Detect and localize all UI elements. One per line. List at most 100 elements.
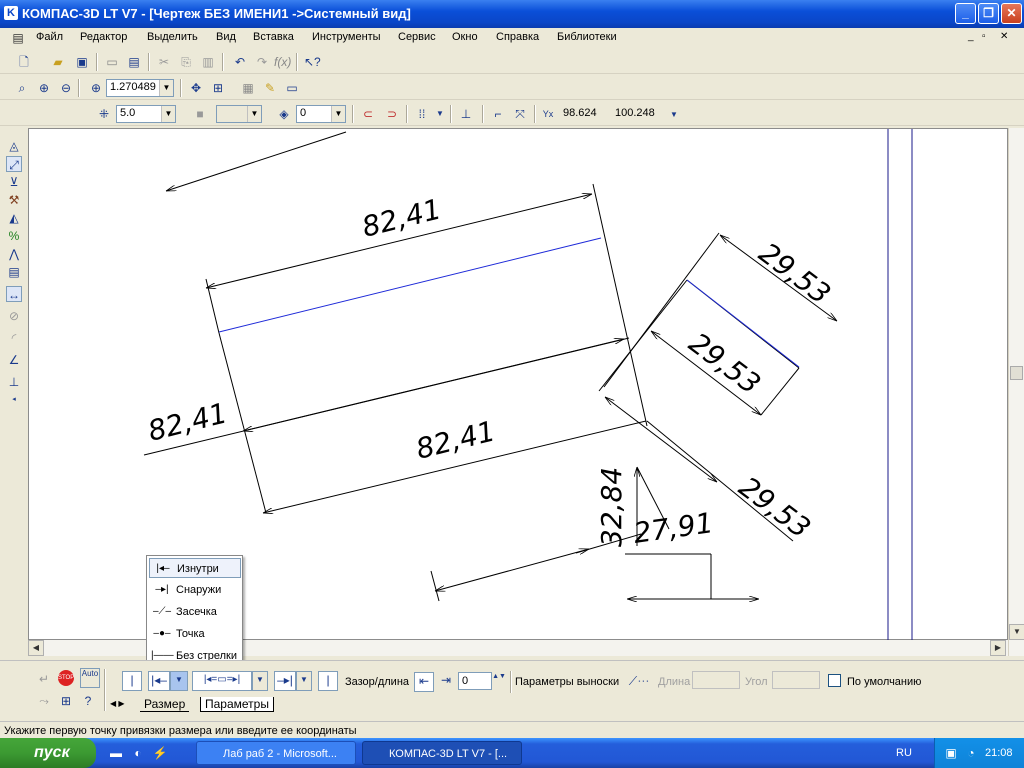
task-kompas[interactable]: КОМПАС-3D LT V7 - [... xyxy=(362,741,522,765)
height-dimension-icon[interactable]: ⊥ xyxy=(6,374,22,390)
menu-insert[interactable]: Вставка xyxy=(253,31,294,43)
arrow-1-dropdown[interactable]: ▼ xyxy=(170,671,188,691)
linear-dimension-icon[interactable]: ↔ xyxy=(6,286,22,302)
network-icon[interactable]: ▣ xyxy=(943,745,959,761)
popup-item-serif[interactable]: –⟋– Засечка xyxy=(149,602,241,622)
parametrization-icon[interactable]: ◭ xyxy=(6,210,22,226)
kompas-app-icon[interactable]: K xyxy=(4,6,18,20)
create-object-icon[interactable]: ↵ xyxy=(36,671,52,687)
function-icon[interactable]: f(x) xyxy=(274,54,291,70)
arrow-1-icon[interactable]: |◂– xyxy=(148,671,170,691)
ortho-icon[interactable]: ⌐ xyxy=(490,106,506,122)
chevron-down-icon[interactable]: ▼ xyxy=(432,106,448,122)
snap-icon[interactable]: ⊂ xyxy=(360,106,376,122)
coord-y-field[interactable]: 98.624 xyxy=(560,105,612,123)
dim-label-29-middle[interactable]: 29,53 xyxy=(683,326,767,401)
dim-label-top[interactable]: 82,41 xyxy=(359,192,445,243)
maximize-button[interactable]: ❐ xyxy=(978,3,999,24)
local-cs-icon[interactable]: ⊥ xyxy=(458,106,474,122)
show-all-icon[interactable]: ⊞ xyxy=(210,80,226,96)
zoom-window-icon[interactable]: ⌕ xyxy=(14,80,30,96)
task-word[interactable]: Лаб раб 2 - Microsoft... xyxy=(196,741,356,765)
cursor-params-icon[interactable]: ⤧ xyxy=(512,106,528,122)
quicklaunch-kompas-icon[interactable]: ⚡ xyxy=(152,745,168,761)
doc-minimize-button[interactable]: _ xyxy=(968,31,974,42)
gap-value-field[interactable]: 0 xyxy=(458,672,492,690)
dim-label-32[interactable]: 32,84 xyxy=(595,467,628,547)
length-icon[interactable]: ⇥ xyxy=(436,672,456,692)
pan-icon[interactable]: ✥ xyxy=(188,80,204,96)
edit-icon[interactable]: ⚒ xyxy=(6,192,22,208)
zoom-in-icon[interactable]: ⊕ xyxy=(36,80,52,96)
ext-line-2-toggle[interactable]: | xyxy=(318,671,338,691)
snap-toggle-icon[interactable]: ⤳ xyxy=(36,693,52,709)
step-combo[interactable]: 5.0 ▼ xyxy=(116,105,176,123)
zoom-combo[interactable]: 1.270489 ▼ xyxy=(106,79,174,97)
quicklaunch-media-icon[interactable]: ◐ xyxy=(130,745,146,761)
menu-libraries[interactable]: Библиотеки xyxy=(557,31,617,43)
spin-button[interactable]: ▲▼ xyxy=(492,672,506,690)
menu-editor[interactable]: Редактор xyxy=(80,31,127,43)
vertical-scroll-thumb[interactable] xyxy=(1010,366,1023,380)
zoom-scale-icon[interactable]: ⊕ xyxy=(88,80,104,96)
arrow-2-dropdown[interactable]: ▼ xyxy=(296,671,312,691)
popup-item-outside[interactable]: –▸| Снаружи xyxy=(149,580,241,600)
paste-icon[interactable]: ▥ xyxy=(200,54,216,70)
scroll-right-button[interactable]: ▶ xyxy=(990,640,1006,656)
dim-label-29-top[interactable]: 29,53 xyxy=(753,236,837,311)
chevron-down-icon[interactable]: ▼ xyxy=(666,107,682,123)
arrow-2-icon[interactable]: –▸| xyxy=(274,671,296,691)
doc-close-button[interactable]: ✕ xyxy=(1000,31,1008,42)
display-icon[interactable]: ▭ xyxy=(284,80,300,96)
chevron-down-icon[interactable]: ▼ xyxy=(161,106,175,122)
help-icon[interactable]: ? xyxy=(80,693,96,709)
start-button[interactable]: пуск xyxy=(0,738,96,768)
popup-item-inside[interactable]: |◂– Изнутри xyxy=(149,558,241,578)
geometry-icon[interactable]: ◬ xyxy=(6,138,22,154)
scroll-left-button[interactable]: ◀ xyxy=(28,640,44,656)
save-icon[interactable]: ▣ xyxy=(74,54,90,70)
measure-icon[interactable]: % xyxy=(6,228,22,244)
document-icon[interactable]: ▤ xyxy=(10,30,26,46)
leader-icon[interactable]: ⟋⋯ xyxy=(626,673,652,689)
snap-local-icon[interactable]: ⊃ xyxy=(384,106,400,122)
menu-service[interactable]: Сервис xyxy=(398,31,436,43)
coord-x-field[interactable]: 100.248 xyxy=(612,105,666,123)
volume-icon[interactable]: ◔ xyxy=(963,745,979,761)
open-folder-icon[interactable]: ▰ xyxy=(50,54,66,70)
minimize-button[interactable]: _ xyxy=(955,3,976,24)
ext-line-1-toggle[interactable]: | xyxy=(122,671,142,691)
popup-item-point[interactable]: –●– Точка xyxy=(149,624,241,644)
menu-help[interactable]: Справка xyxy=(496,31,539,43)
print-icon[interactable]: ▭ xyxy=(104,54,120,70)
tab-size[interactable]: Размер xyxy=(140,697,190,712)
spec-icon[interactable]: ▤ xyxy=(6,264,22,280)
undo-icon[interactable]: ↶ xyxy=(232,54,248,70)
text-placement-icon[interactable]: |◂=▭=▸| xyxy=(192,671,252,691)
tab-scroll-arrows[interactable]: ◀ ▶ xyxy=(110,699,125,708)
dialog-icon[interactable]: ⊞ xyxy=(58,693,74,709)
tab-parameters[interactable]: Параметры xyxy=(200,697,274,712)
scroll-down-button[interactable]: ▼ xyxy=(1009,624,1024,640)
help-pointer-icon[interactable]: ↖? xyxy=(304,54,321,70)
cut-icon[interactable]: ✂ xyxy=(156,54,172,70)
new-file-icon[interactable]: 🗋 xyxy=(16,54,32,70)
step-icon[interactable]: ⁜ xyxy=(96,106,112,122)
preview-icon[interactable]: ▤ xyxy=(126,54,142,70)
close-button[interactable]: ✕ xyxy=(1001,3,1022,24)
chevron-down-icon[interactable]: ▼ xyxy=(331,106,345,122)
chevron-down-icon[interactable]: ◂ xyxy=(6,392,22,408)
chevron-down-icon[interactable]: ▼ xyxy=(159,80,173,96)
zoom-out-icon[interactable]: ⊖ xyxy=(58,80,74,96)
quicklaunch-desktop-icon[interactable]: ▬ xyxy=(108,745,124,761)
menu-select[interactable]: Выделить xyxy=(147,31,198,43)
dim-label-29-bottom[interactable]: 29,53 xyxy=(733,470,817,545)
copy-icon[interactable]: ⎘ xyxy=(178,54,194,70)
auto-create-icon[interactable]: Auto xyxy=(80,668,100,688)
layer-combo[interactable]: 0 ▼ xyxy=(296,105,346,123)
grid-icon[interactable]: ⁞⁞ xyxy=(414,106,430,122)
redo-icon[interactable]: ↷ xyxy=(254,54,270,70)
gap-icon[interactable]: ⇤ xyxy=(414,672,434,692)
refresh-icon[interactable]: ▦ xyxy=(240,80,256,96)
doc-restore-button[interactable]: ▫ xyxy=(982,31,986,42)
